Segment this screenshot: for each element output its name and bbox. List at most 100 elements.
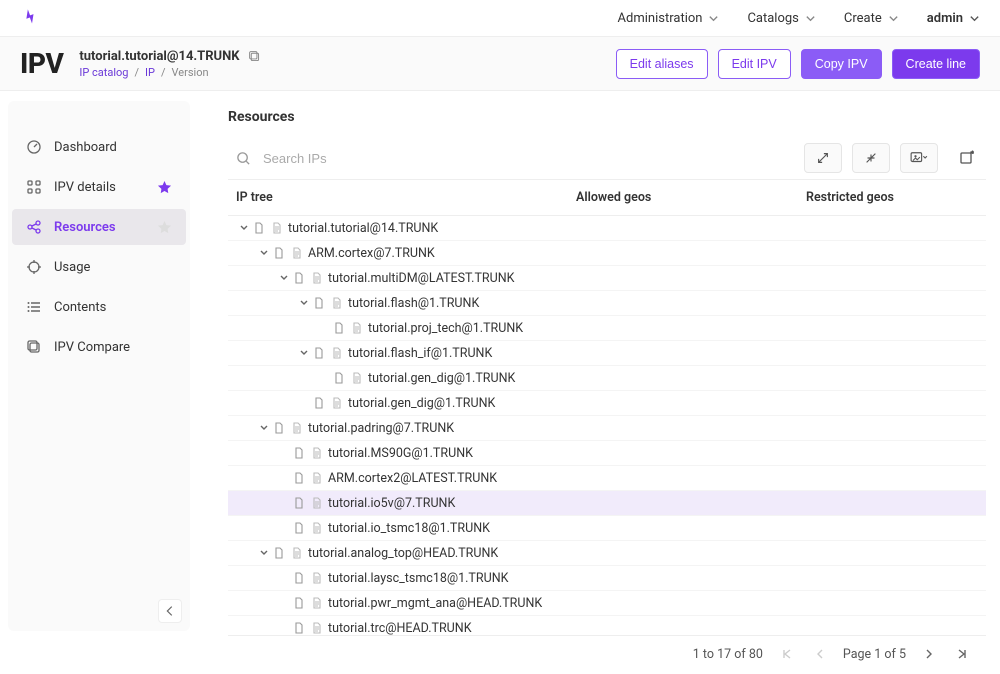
create-line-button[interactable]: Create line xyxy=(892,49,980,79)
tree-node-label: tutorial.gen_dig@1.TRUNK xyxy=(348,396,495,411)
tree-row[interactable]: ARM.cortex@7.TRUNK xyxy=(228,241,986,266)
file-icon xyxy=(252,222,266,234)
document-icon xyxy=(330,347,344,359)
page-indicator: Page 1 of 5 xyxy=(843,647,906,662)
section-title: Resources xyxy=(228,109,986,125)
first-page-button[interactable] xyxy=(777,646,797,662)
edit-ipv-button[interactable]: Edit IPV xyxy=(718,49,791,79)
chevron-down-icon[interactable] xyxy=(276,273,292,283)
sidebar-item-label: Dashboard xyxy=(54,140,117,155)
sidebar-item-ipv-compare[interactable]: IPV Compare xyxy=(12,329,186,365)
document-icon xyxy=(330,397,344,409)
chevron-down-icon[interactable] xyxy=(296,348,312,358)
sidebar-item-ipv-details[interactable]: IPV details xyxy=(12,169,186,205)
sidebar-item-contents[interactable]: Contents xyxy=(12,289,186,325)
tree-row[interactable]: tutorial.trc@HEAD.TRUNK xyxy=(228,616,986,635)
tree-node-label: tutorial.trc@HEAD.TRUNK xyxy=(328,621,472,636)
list-icon xyxy=(26,299,42,315)
next-page-button[interactable] xyxy=(920,646,938,662)
share-icon xyxy=(26,219,42,235)
star-icon[interactable] xyxy=(157,180,172,195)
add-column-button[interactable] xyxy=(948,143,986,173)
topnav-item-administration[interactable]: Administration xyxy=(618,11,720,26)
sidebar-item-dashboard[interactable]: Dashboard xyxy=(12,129,186,165)
chevron-down-icon xyxy=(708,13,719,24)
tree-row[interactable]: tutorial.flash_if@1.TRUNK xyxy=(228,341,986,366)
tree-row[interactable]: tutorial.io_tsmc18@1.TRUNK xyxy=(228,516,986,541)
search-icon xyxy=(236,151,251,166)
document-icon xyxy=(310,472,324,484)
star-icon[interactable] xyxy=(157,220,172,235)
tree-row[interactable]: tutorial.laysc_tsmc18@1.TRUNK xyxy=(228,566,986,591)
view-options-button[interactable] xyxy=(900,143,938,173)
sidebar-item-label: IPV details xyxy=(54,180,116,195)
tree-row[interactable]: tutorial.MS90G@1.TRUNK xyxy=(228,441,986,466)
tree-node-label: ARM.cortex2@LATEST.TRUNK xyxy=(328,471,497,486)
target-icon xyxy=(26,259,42,275)
gauge-icon xyxy=(26,139,42,155)
document-icon xyxy=(290,547,304,559)
file-icon xyxy=(312,397,326,409)
tree-row[interactable]: tutorial.gen_dig@1.TRUNK xyxy=(228,391,986,416)
document-icon xyxy=(310,522,324,534)
sidebar-item-label: Resources xyxy=(54,220,116,235)
file-icon xyxy=(292,597,306,609)
document-icon xyxy=(350,322,364,334)
tree-row[interactable]: tutorial.padring@7.TRUNK xyxy=(228,416,986,441)
tree-node-label: tutorial.MS90G@1.TRUNK xyxy=(328,446,473,461)
chevron-down-icon[interactable] xyxy=(256,548,272,558)
chevron-down-icon[interactable] xyxy=(236,223,252,233)
tree-row[interactable]: ARM.cortex2@LATEST.TRUNK xyxy=(228,466,986,491)
sidebar-item-usage[interactable]: Usage xyxy=(12,249,186,285)
edit-aliases-button[interactable]: Edit aliases xyxy=(616,49,708,79)
tree-row[interactable]: tutorial.gen_dig@1.TRUNK xyxy=(228,366,986,391)
breadcrumb-ip[interactable]: IP xyxy=(145,66,155,79)
app-logo xyxy=(20,7,42,29)
sidebar-item-label: Usage xyxy=(54,260,90,275)
tree-row[interactable]: tutorial.proj_tech@1.TRUNK xyxy=(228,316,986,341)
last-page-button[interactable] xyxy=(952,646,972,662)
collapse-sidebar-button[interactable] xyxy=(158,599,182,623)
prev-page-button[interactable] xyxy=(811,646,829,662)
document-icon xyxy=(310,572,324,584)
tree-row[interactable]: tutorial.flash@1.TRUNK xyxy=(228,291,986,316)
sidebar-item-resources[interactable]: Resources xyxy=(12,209,186,245)
chevron-down-icon[interactable] xyxy=(256,423,272,433)
search-input[interactable] xyxy=(263,151,786,166)
col-restricted-geos[interactable]: Restricted geos xyxy=(806,190,978,205)
tree-row[interactable]: tutorial.tutorial@14.TRUNK xyxy=(228,216,986,241)
chevron-down-icon[interactable] xyxy=(296,298,312,308)
file-icon xyxy=(292,622,306,634)
tree-node-label: tutorial.padring@7.TRUNK xyxy=(308,421,454,436)
user-menu[interactable]: admin xyxy=(927,11,980,26)
ip-tree: tutorial.tutorial@14.TRUNK ARM.cortex@7.T… xyxy=(228,216,986,635)
tree-row[interactable]: tutorial.io5v@7.TRUNK xyxy=(228,491,986,516)
tree-row[interactable]: tutorial.pwr_mgmt_ana@HEAD.TRUNK xyxy=(228,591,986,616)
tree-node-label: tutorial.flash_if@1.TRUNK xyxy=(348,346,492,361)
document-icon xyxy=(330,297,344,309)
page-title: tutorial.tutorial@14.TRUNK xyxy=(79,49,239,64)
tree-node-label: tutorial.pwr_mgmt_ana@HEAD.TRUNK xyxy=(328,596,542,611)
pagination: 1 to 17 of 80 Page 1 of 5 xyxy=(228,635,986,672)
expand-all-button[interactable] xyxy=(804,143,842,173)
tree-node-label: tutorial.analog_top@HEAD.TRUNK xyxy=(308,546,498,561)
topnav-item-create[interactable]: Create xyxy=(844,11,899,26)
copy-ipv-button[interactable]: Copy IPV xyxy=(801,49,882,79)
main-panel: Resources IP tree Allowed geos Restricte… xyxy=(198,91,1000,672)
file-icon xyxy=(292,522,306,534)
col-allowed-geos[interactable]: Allowed geos xyxy=(576,190,806,205)
document-icon xyxy=(310,497,324,509)
chevron-down-icon[interactable] xyxy=(256,248,272,258)
top-nav: Administration Catalogs Create admin xyxy=(0,0,1000,37)
category-label: IPV xyxy=(20,47,63,80)
col-iptree[interactable]: IP tree xyxy=(236,190,576,205)
topnav-item-catalogs[interactable]: Catalogs xyxy=(747,11,815,26)
copy-icon[interactable] xyxy=(248,50,261,63)
tree-node-label: ARM.cortex@7.TRUNK xyxy=(308,246,435,261)
breadcrumb-catalog[interactable]: IP catalog xyxy=(79,66,128,79)
file-icon xyxy=(332,372,346,384)
sidebar: Dashboard IPV details Resources Usage Conten… xyxy=(0,91,198,672)
tree-row[interactable]: tutorial.analog_top@HEAD.TRUNK xyxy=(228,541,986,566)
collapse-all-button[interactable] xyxy=(852,143,890,173)
tree-row[interactable]: tutorial.multiDM@LATEST.TRUNK xyxy=(228,266,986,291)
